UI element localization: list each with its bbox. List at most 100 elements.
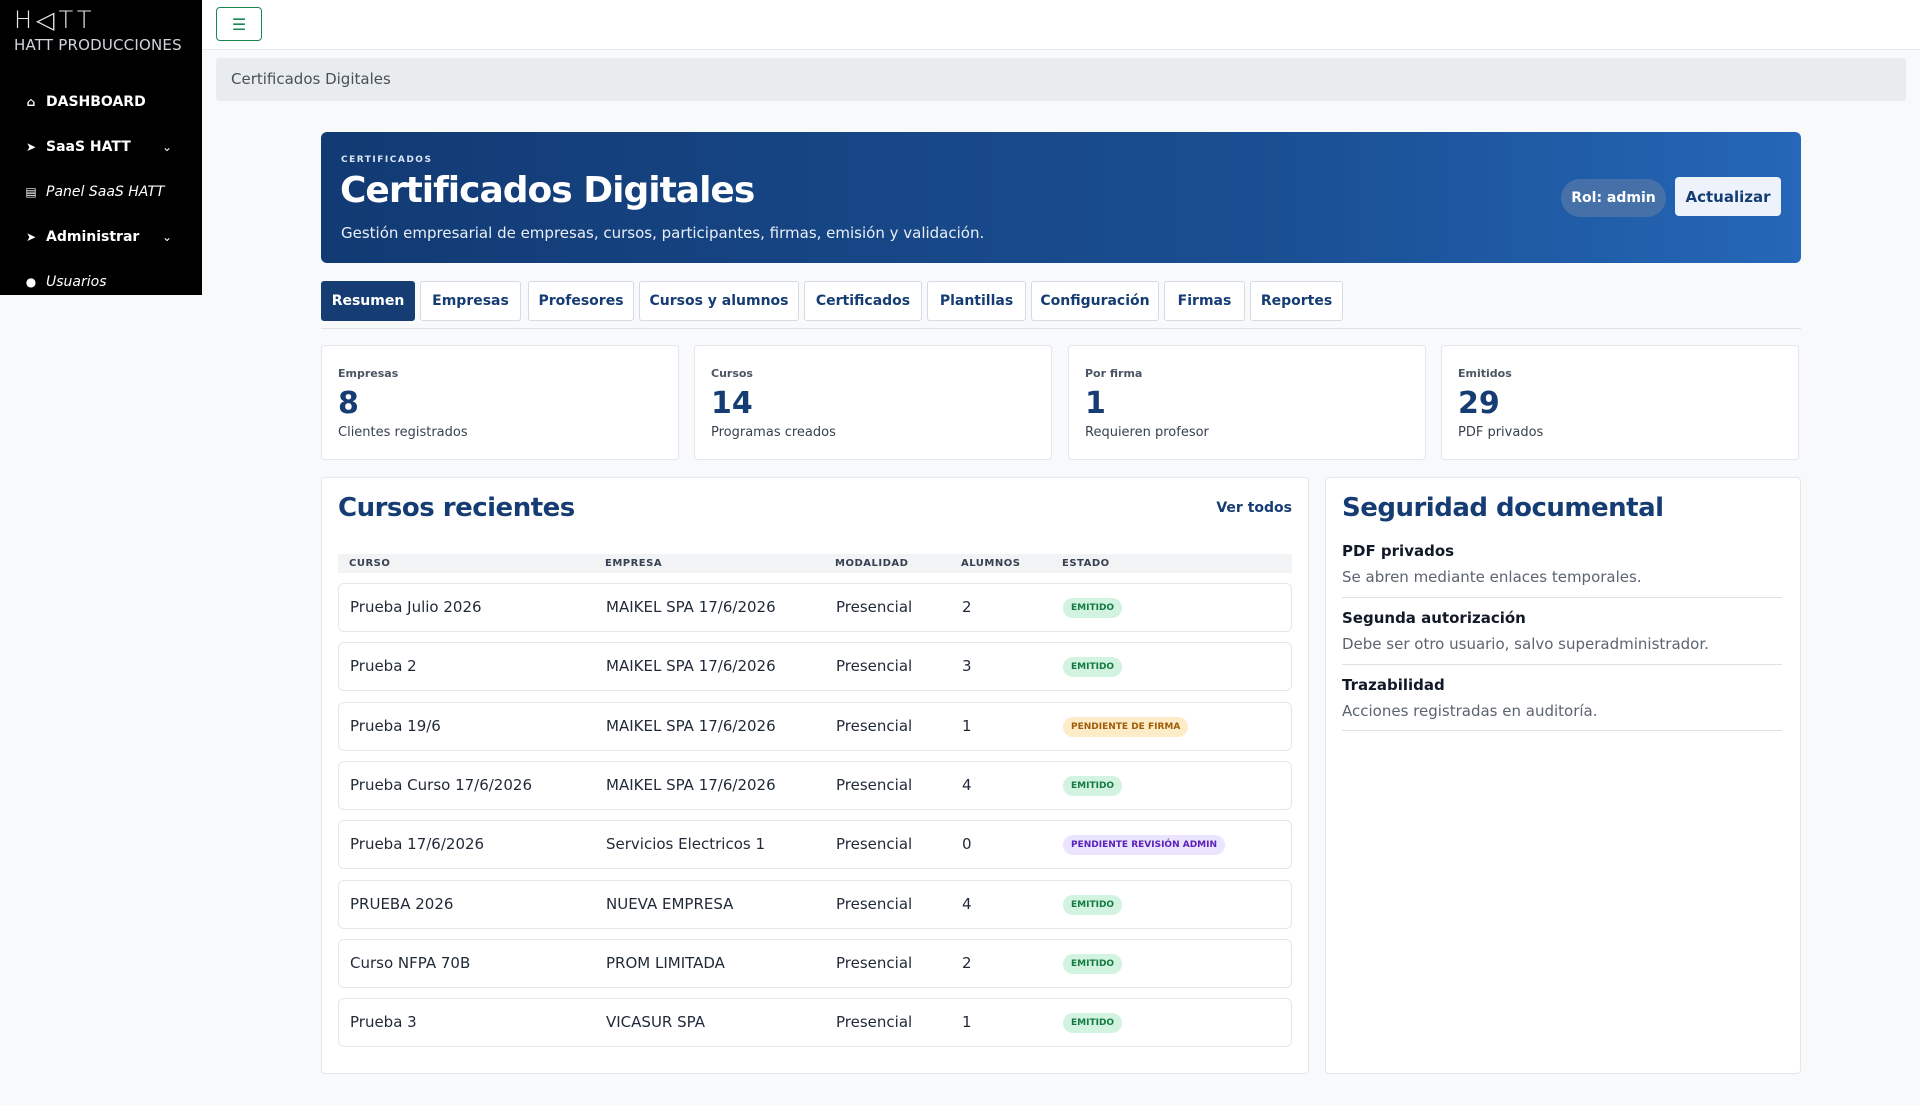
course-name: Curso NFPA 70B bbox=[350, 954, 471, 972]
student-count: 2 bbox=[962, 954, 972, 972]
sidebar-item-usuarios[interactable]: ● Usuarios bbox=[24, 274, 107, 290]
breadcrumb: Certificados Digitales bbox=[216, 58, 1906, 101]
table-row[interactable]: Prueba 2 MAIKEL SPA 17/6/2026 Presencial 3 E… bbox=[338, 642, 1292, 691]
hatt-logo: H◁TT bbox=[14, 6, 96, 34]
sidebar-item-dashboard[interactable]: ⌂ DASHBOARD bbox=[24, 94, 146, 110]
security-item-desc: Debe ser otro usuario, salvo superadmini… bbox=[1342, 635, 1709, 653]
company-name: MAIKEL SPA 17/6/2026 bbox=[606, 717, 776, 735]
tab-empresas[interactable]: Empresas bbox=[420, 281, 521, 321]
update-button[interactable]: Actualizar bbox=[1675, 177, 1781, 216]
page-title: Certificados Digitales bbox=[340, 170, 755, 211]
chevron-down-icon[interactable]: ⌄ bbox=[162, 140, 172, 154]
sidebar-item-label: Panel SaaS HATT bbox=[46, 184, 165, 200]
modality: Presencial bbox=[836, 657, 913, 675]
stat-card-cursos: Cursos 14 Programas creados bbox=[694, 345, 1052, 460]
tab-certificados[interactable]: Certificados bbox=[804, 281, 922, 321]
sidebar-item-saas-hatt[interactable]: ➤ SaaS HATT bbox=[24, 139, 131, 155]
course-name: Prueba 17/6/2026 bbox=[350, 835, 485, 853]
stat-label: Empresas bbox=[338, 367, 399, 380]
table-row[interactable]: Prueba Julio 2026 MAIKEL SPA 17/6/2026 Pre… bbox=[338, 583, 1292, 632]
tab-bar: Resumen Empresas Profesores Cursos y alu… bbox=[321, 281, 1801, 329]
company-name: MAIKEL SPA 17/6/2026 bbox=[606, 657, 776, 675]
tab-profesores[interactable]: Profesores bbox=[528, 281, 634, 321]
course-name: Prueba 3 bbox=[350, 1013, 417, 1031]
sidebar-item-label: Administrar bbox=[46, 229, 140, 245]
security-item-desc: Se abren mediante enlaces temporales. bbox=[1342, 568, 1642, 586]
student-count: 3 bbox=[962, 657, 972, 675]
table-row[interactable]: Prueba 17/6/2026 Servicios Electricos 1 Pr… bbox=[338, 820, 1292, 869]
company-name: Servicios Electricos 1 bbox=[606, 835, 766, 853]
status-badge: EMITIDO bbox=[1063, 895, 1123, 915]
role-badge: Rol: admin bbox=[1561, 179, 1666, 217]
student-count: 1 bbox=[962, 717, 972, 735]
company-name: VICASUR SPA bbox=[606, 1013, 705, 1031]
table-row[interactable]: Prueba 3 VICASUR SPA Presencial 1 EMITIDO bbox=[338, 998, 1292, 1047]
stat-label: Emitidos bbox=[1458, 367, 1512, 380]
recent-courses-panel: Cursos recientes Ver todos CURSO EMPRESA… bbox=[321, 477, 1309, 1074]
status-badge: PENDIENTE DE FIRMA bbox=[1063, 717, 1189, 737]
chevron-right-icon: ➤ bbox=[25, 230, 37, 244]
status-badge: EMITIDO bbox=[1063, 954, 1123, 974]
company-name: PROM LIMITADA bbox=[606, 954, 725, 972]
sidebar-item-panel-saas[interactable]: ▤ Panel SaaS HATT bbox=[24, 184, 164, 200]
student-count: 2 bbox=[962, 598, 972, 616]
security-item-traceability: Trazabilidad Acciones registradas en aud… bbox=[1342, 676, 1598, 720]
tab-configuracion[interactable]: Configuración bbox=[1031, 281, 1159, 321]
sidebar-item-administrar[interactable]: ➤ Administrar bbox=[24, 229, 139, 245]
column-header-alumnos: ALUMNOS bbox=[961, 558, 1021, 569]
stat-value: 8 bbox=[338, 386, 359, 421]
user-circle-icon: ● bbox=[25, 275, 37, 289]
table-row[interactable]: Prueba 19/6 MAIKEL SPA 17/6/2026 Presencia… bbox=[338, 702, 1292, 751]
student-count: 4 bbox=[962, 776, 972, 794]
stat-label: Cursos bbox=[711, 367, 753, 380]
see-all-link[interactable]: Ver todos bbox=[1216, 500, 1292, 516]
tab-cursos-alumnos[interactable]: Cursos y alumnos bbox=[639, 281, 799, 321]
stat-value: 14 bbox=[711, 386, 753, 421]
course-name: PRUEBA 2026 bbox=[350, 895, 454, 913]
stat-description: Clientes registrados bbox=[338, 425, 468, 440]
modality: Presencial bbox=[836, 895, 913, 913]
stat-value: 29 bbox=[1458, 386, 1500, 421]
tab-firmas[interactable]: Firmas bbox=[1164, 281, 1245, 321]
stat-card-emitidos: Emitidos 29 PDF privados bbox=[1441, 345, 1799, 460]
modality: Presencial bbox=[836, 835, 913, 853]
status-badge: EMITIDO bbox=[1063, 776, 1123, 796]
top-bar: ☰ bbox=[202, 0, 1920, 50]
table-row[interactable]: Curso NFPA 70B PROM LIMITADA Presencial 2 EM… bbox=[338, 939, 1292, 988]
chevron-right-icon: ➤ bbox=[25, 140, 37, 154]
column-header-empresa: EMPRESA bbox=[605, 558, 663, 569]
status-badge: EMITIDO bbox=[1063, 657, 1123, 677]
sidebar-item-label: SaaS HATT bbox=[46, 139, 131, 155]
recent-courses-title: Cursos recientes bbox=[338, 493, 575, 523]
status-badge: PENDIENTE REVISIÓN ADMIN bbox=[1063, 835, 1226, 855]
company-name: MAIKEL SPA 17/6/2026 bbox=[606, 776, 776, 794]
hero-banner: CERTIFICADOS Certificados Digitales Gest… bbox=[321, 132, 1801, 263]
stat-card-empresas: Empresas 8 Clientes registrados bbox=[321, 345, 679, 460]
course-name: Prueba Julio 2026 bbox=[350, 598, 482, 616]
table-row[interactable]: PRUEBA 2026 NUEVA EMPRESA Presencial 4 EMITI… bbox=[338, 880, 1292, 929]
course-name: Prueba 19/6 bbox=[350, 717, 441, 735]
column-header-curso: CURSO bbox=[349, 558, 391, 569]
tab-resumen[interactable]: Resumen bbox=[321, 281, 415, 321]
security-item-title: Segunda autorización bbox=[1342, 609, 1526, 627]
stat-label: Por firma bbox=[1085, 367, 1143, 380]
stat-card-por-firma: Por firma 1 Requieren profesor bbox=[1068, 345, 1426, 460]
security-panel: Seguridad documental PDF privados Se abr… bbox=[1325, 477, 1801, 1074]
company-name: MAIKEL SPA 17/6/2026 bbox=[606, 598, 776, 616]
home-icon: ⌂ bbox=[26, 95, 36, 109]
table-row[interactable]: Prueba Curso 17/6/2026 MAIKEL SPA 17/6/20… bbox=[338, 761, 1292, 810]
security-item-second-auth: Segunda autorización Debe ser otro usuar… bbox=[1342, 609, 1709, 653]
company-name: NUEVA EMPRESA bbox=[606, 895, 734, 913]
course-name: Prueba 2 bbox=[350, 657, 417, 675]
table-header: CURSO EMPRESA MODALIDAD ALUMNOS ESTADO bbox=[338, 554, 1292, 573]
sidebar-item-label: Usuarios bbox=[46, 274, 107, 290]
tab-reportes[interactable]: Reportes bbox=[1250, 281, 1343, 321]
chevron-down-icon[interactable]: ⌄ bbox=[162, 230, 172, 244]
menu-icon: ☰ bbox=[231, 14, 247, 34]
menu-toggle-button[interactable]: ☰ bbox=[216, 7, 262, 41]
student-count: 0 bbox=[962, 835, 972, 853]
divider bbox=[1342, 664, 1782, 665]
divider bbox=[1342, 597, 1782, 598]
tab-plantillas[interactable]: Plantillas bbox=[927, 281, 1026, 321]
modality: Presencial bbox=[836, 717, 913, 735]
